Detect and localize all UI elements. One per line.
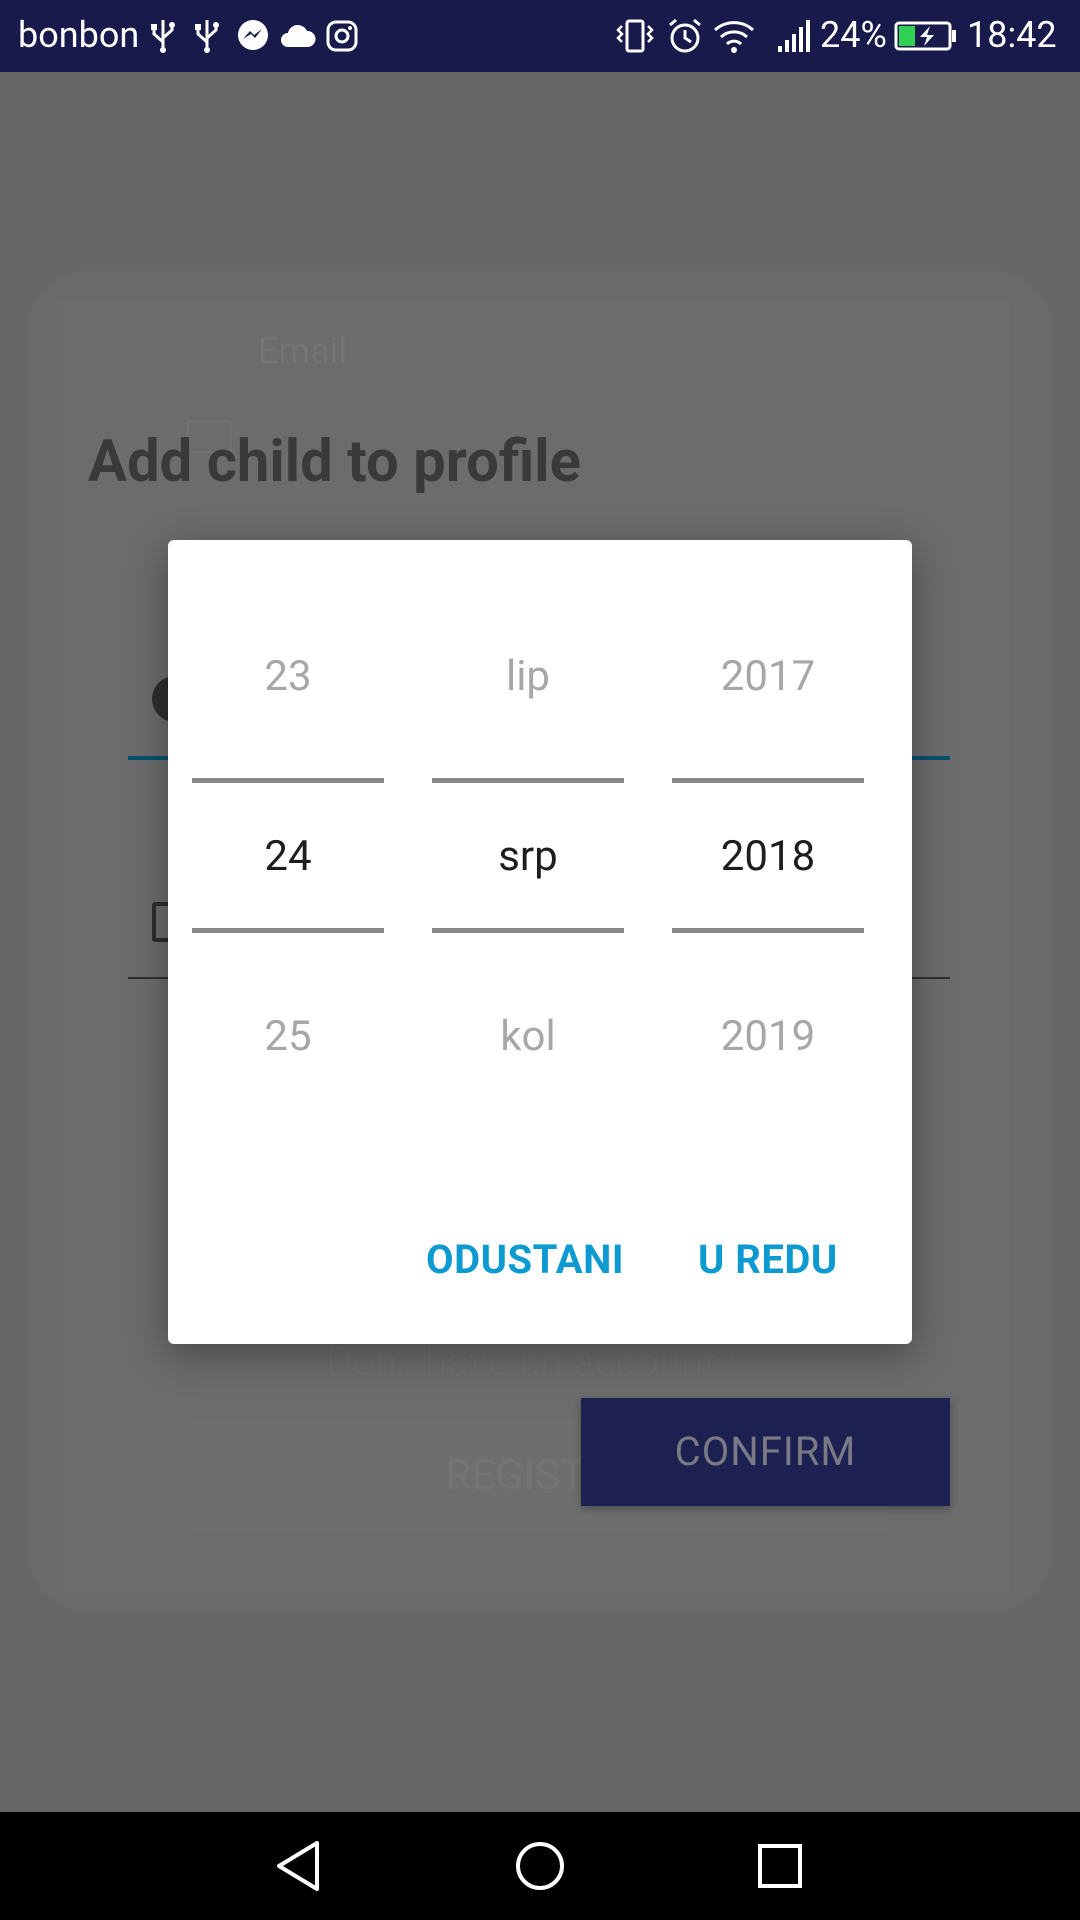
- year-selected[interactable]: 2018: [672, 832, 864, 881]
- messenger-icon: [236, 18, 270, 54]
- clock: 18:42: [967, 14, 1057, 56]
- vibrate-icon: [614, 18, 656, 54]
- wifi-icon: [712, 18, 756, 54]
- day-next[interactable]: 25: [192, 1012, 384, 1061]
- month-next[interactable]: kol: [432, 1012, 624, 1061]
- picker-divider: [672, 778, 864, 783]
- signal-icon: [776, 18, 812, 54]
- day-prev[interactable]: 23: [192, 652, 384, 701]
- day-picker[interactable]: 23 24 25: [192, 540, 384, 1160]
- month-prev[interactable]: lip: [432, 652, 624, 701]
- ok-button[interactable]: U REDU: [698, 1236, 838, 1283]
- email-hint: Email: [258, 330, 348, 372]
- account-prompt: Don't have an account?: [326, 1338, 736, 1385]
- picker-divider: [432, 778, 624, 783]
- picker-divider: [432, 928, 624, 933]
- picker-divider: [672, 928, 864, 933]
- navigation-bar: [0, 1812, 1080, 1920]
- back-icon[interactable]: [270, 1838, 326, 1894]
- battery-charging-icon: [894, 18, 958, 54]
- month-picker[interactable]: lip srp kol: [432, 540, 624, 1160]
- instagram-icon: [326, 18, 358, 54]
- carrier-name: bonbon: [18, 14, 140, 56]
- month-selected[interactable]: srp: [432, 832, 624, 881]
- recent-apps-icon[interactable]: [752, 1838, 808, 1894]
- year-picker[interactable]: 2017 2018 2019: [672, 540, 864, 1160]
- cloud-icon: [280, 18, 316, 54]
- battery-percent: 24%: [820, 14, 887, 56]
- year-next[interactable]: 2019: [672, 1012, 864, 1061]
- date-picker-dialog: 23 24 25 lip srp kol 2017 2018 2019 ODUS…: [168, 540, 912, 1344]
- year-prev[interactable]: 2017: [672, 652, 864, 701]
- status-bar: bonbon 24% 18:42: [0, 0, 1080, 72]
- usb-icon: [194, 18, 220, 54]
- picker-divider: [192, 928, 384, 933]
- alarm-icon: [666, 18, 704, 54]
- usb-icon: [150, 18, 176, 54]
- picker-divider: [192, 778, 384, 783]
- home-icon[interactable]: [512, 1838, 568, 1894]
- day-selected[interactable]: 24: [192, 832, 384, 881]
- confirm-button[interactable]: CONFIRM: [581, 1398, 950, 1506]
- cancel-button[interactable]: ODUSTANI: [426, 1236, 624, 1283]
- page-title: Add child to profile: [88, 428, 581, 496]
